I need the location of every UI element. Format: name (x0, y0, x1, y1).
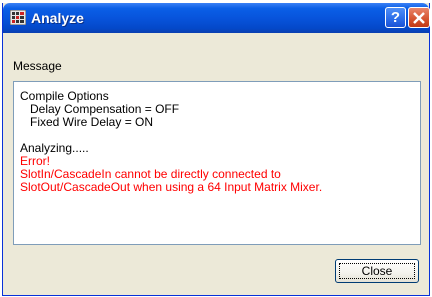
message-line: Analyzing..... (20, 141, 89, 155)
matrix-app-icon (9, 9, 27, 26)
help-button[interactable]: ? (385, 7, 406, 28)
close-button-label: Close (361, 264, 393, 278)
error-line: SlotOut/CascadeOut when using a 64 Input… (20, 180, 323, 194)
window-close-button[interactable] (408, 7, 430, 28)
message-label: Message (13, 59, 62, 73)
analyze-dialog: Analyze ? Message Compile Options Delay … (2, 3, 430, 296)
close-icon (413, 12, 425, 24)
window-title: Analyze (31, 10, 84, 26)
close-button[interactable]: Close (335, 259, 419, 283)
help-icon: ? (390, 9, 401, 26)
title-bar[interactable]: Analyze ? (3, 3, 430, 33)
message-line: Fixed Wire Delay = ON (20, 115, 154, 129)
message-text-area[interactable]: Compile Options Delay Compensation = OFF… (13, 81, 421, 245)
